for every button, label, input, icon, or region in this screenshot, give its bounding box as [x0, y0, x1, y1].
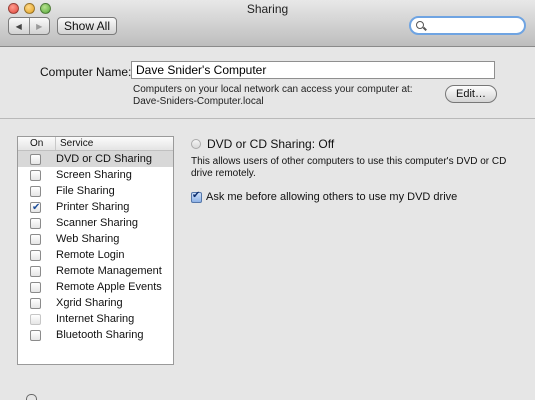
service-checkbox[interactable]: [30, 200, 41, 216]
service-row[interactable]: DVD or CD Sharing: [18, 151, 173, 167]
service-row[interactable]: Remote Apple Events: [18, 279, 173, 295]
ask-before-allowing-checkbox[interactable]: [191, 190, 202, 203]
forward-button[interactable]: ▶: [28, 18, 50, 34]
service-row[interactable]: Screen Sharing: [18, 167, 173, 183]
service-checkbox[interactable]: [30, 186, 41, 197]
show-all-button[interactable]: Show All: [57, 17, 117, 35]
service-name: Printer Sharing: [56, 201, 130, 213]
back-button[interactable]: ◀: [9, 18, 29, 34]
service-row[interactable]: Remote Management: [18, 263, 173, 279]
service-checkbox[interactable]: [30, 250, 41, 261]
service-checkbox[interactable]: [30, 298, 41, 309]
search-icon: [416, 21, 424, 29]
service-checkbox[interactable]: [30, 330, 41, 341]
service-name: Xgrid Sharing: [56, 297, 123, 309]
service-name: File Sharing: [56, 185, 115, 197]
status-indicator-icon: [191, 139, 201, 149]
service-row[interactable]: Remote Login: [18, 247, 173, 263]
computer-name-input[interactable]: [131, 61, 495, 79]
service-name: Screen Sharing: [56, 169, 132, 181]
service-checkbox[interactable]: [30, 170, 41, 181]
service-name: Bluetooth Sharing: [56, 329, 144, 341]
computer-name-label: Computer Name:: [40, 65, 132, 79]
service-row[interactable]: Bluetooth Sharing: [18, 327, 173, 343]
service-name: Web Sharing: [56, 233, 120, 245]
service-name: Scanner Sharing: [56, 217, 138, 229]
service-row[interactable]: Web Sharing: [18, 231, 173, 247]
service-checkbox[interactable]: [30, 154, 41, 165]
nav-buttons: ◀ ▶: [8, 17, 50, 35]
window-titlebar: Sharing ◀ ▶ Show All: [0, 0, 535, 47]
divider: [0, 118, 535, 119]
service-name: Remote Login: [56, 249, 125, 261]
service-row[interactable]: Xgrid Sharing: [18, 295, 173, 311]
service-description: This allows users of other computers to …: [191, 156, 507, 179]
service-row[interactable]: File Sharing: [18, 183, 173, 199]
service-checkbox[interactable]: [30, 234, 41, 245]
service-name: Internet Sharing: [56, 313, 135, 325]
service-row[interactable]: Internet Sharing: [18, 311, 173, 327]
column-header-on[interactable]: On: [30, 137, 43, 150]
service-status: DVD or CD Sharing: Off: [207, 137, 335, 151]
ask-before-allowing-label[interactable]: Ask me before allowing others to use my …: [206, 191, 457, 203]
search-field[interactable]: [409, 16, 526, 35]
service-row[interactable]: Printer Sharing: [18, 199, 173, 216]
edit-button[interactable]: Edit…: [445, 85, 497, 103]
service-checkbox[interactable]: [30, 266, 41, 277]
service-name: Remote Management: [56, 265, 162, 277]
lock-icon[interactable]: [26, 394, 37, 400]
service-checkbox[interactable]: [30, 282, 41, 293]
service-checkbox[interactable]: [30, 218, 41, 229]
column-header-service[interactable]: Service: [55, 137, 93, 150]
services-list-header: On Service: [18, 137, 173, 151]
computer-name-note: Computers on your local network can acce…: [133, 84, 413, 107]
window-title: Sharing: [246, 2, 289, 16]
service-name: Remote Apple Events: [56, 281, 162, 293]
services-list: On Service DVD or CD Sharing Screen Shari…: [17, 136, 174, 365]
service-row[interactable]: Scanner Sharing: [18, 215, 173, 231]
service-name: DVD or CD Sharing: [56, 153, 152, 165]
service-checkbox[interactable]: [30, 314, 41, 325]
